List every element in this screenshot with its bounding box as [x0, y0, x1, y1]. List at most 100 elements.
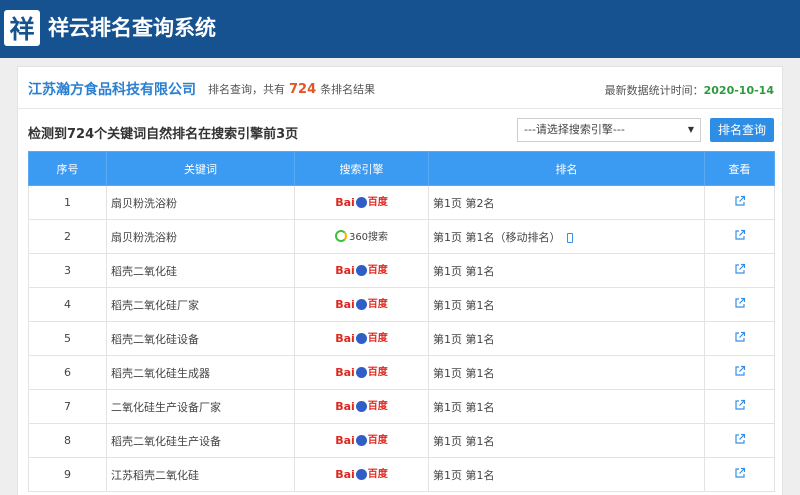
baidu-logo-text: Bai — [335, 400, 355, 413]
cell-engine: 360搜索 — [294, 219, 429, 254]
cell-keyword: 稻壳二氧化硅生产设备 — [106, 423, 295, 458]
baidu-paw-icon — [355, 299, 367, 310]
baidu-logo-cn: 百度 — [367, 434, 388, 446]
cell-no: 3 — [28, 253, 107, 288]
col-header-keyword: 关键词 — [106, 151, 295, 186]
table-row: 6 稻壳二氧化硅生成器 Bai 百度 第1页 第1名 — [28, 355, 775, 390]
external-link-icon[interactable] — [734, 433, 746, 445]
cell-view — [704, 423, 775, 458]
baidu-logo: Bai 百度 — [335, 299, 388, 310]
cell-no: 8 — [28, 423, 107, 458]
cell-view — [704, 287, 775, 322]
baidu-logo: Bai 百度 — [335, 197, 388, 208]
cell-keyword: 二氧化硅生产设备厂家 — [106, 389, 295, 424]
baidu-logo-text: Bai — [335, 434, 355, 447]
rank-text: 第1页 第2名 — [433, 196, 495, 210]
col-header-engine: 搜索引擎 — [294, 151, 429, 186]
company-name[interactable]: 江苏瀚方食品科技有限公司 — [28, 79, 196, 99]
cell-engine: Bai 百度 — [294, 185, 429, 220]
external-link-icon[interactable] — [734, 365, 746, 377]
baidu-logo: Bai 百度 — [335, 435, 388, 446]
cell-engine: Bai 百度 — [294, 389, 429, 424]
table-row: 2 扇贝粉洗浴粉 360搜索 第1页 第1名（移动排名） — [28, 219, 775, 254]
cell-keyword: 稻壳二氧化硅设备 — [106, 321, 295, 356]
summary-suffix: 条排名结果 — [320, 83, 376, 96]
rank-text: 第1页 第1名 — [433, 434, 495, 448]
cell-view — [704, 389, 775, 424]
360-logo-text: 360搜索 — [348, 232, 389, 244]
baidu-paw-icon — [355, 401, 367, 412]
external-link-icon[interactable] — [734, 297, 746, 309]
cell-no: 9 — [28, 457, 107, 492]
baidu-logo-cn: 百度 — [367, 468, 388, 480]
baidu-logo-text: Bai — [335, 264, 355, 277]
table-row: 7 二氧化硅生产设备厂家 Bai 百度 第1页 第1名 — [28, 389, 775, 424]
baidu-logo-text: Bai — [335, 366, 355, 379]
cell-no: 7 — [28, 389, 107, 424]
external-link-icon[interactable] — [734, 195, 746, 207]
table-row: 3 稻壳二氧化硅 Bai 百度 第1页 第1名 — [28, 253, 775, 288]
engine-select[interactable]: ---请选择搜索引擎--- ▼ — [517, 118, 701, 142]
app-logo: 祥 — [4, 10, 40, 46]
baidu-logo: Bai 百度 — [335, 367, 388, 378]
baidu-paw-icon — [355, 435, 367, 446]
rank-text: 第1页 第1名 — [433, 264, 495, 278]
table-row: 5 稻壳二氧化硅设备 Bai 百度 第1页 第1名 — [28, 321, 775, 356]
cell-keyword: 稻壳二氧化硅厂家 — [106, 287, 295, 322]
stat-time: 最新数据统计时间：2020-10-14 — [605, 82, 774, 98]
cell-no: 2 — [28, 219, 107, 254]
cell-no: 1 — [28, 185, 107, 220]
cell-engine: Bai 百度 — [294, 253, 429, 288]
cell-no: 6 — [28, 355, 107, 390]
rank-query-button[interactable]: 排名查询 — [710, 118, 774, 142]
baidu-logo-cn: 百度 — [367, 298, 388, 310]
cell-keyword: 江苏稻壳二氧化硅 — [106, 457, 295, 492]
baidu-logo-cn: 百度 — [367, 264, 388, 276]
baidu-logo-cn: 百度 — [367, 196, 388, 208]
baidu-logo: Bai 百度 — [335, 265, 388, 276]
cell-rank: 第1页 第1名（移动排名） — [428, 219, 705, 254]
cell-engine: Bai 百度 — [294, 355, 429, 390]
result-count: 724 — [289, 82, 317, 97]
cell-view — [704, 253, 775, 288]
external-link-icon[interactable] — [734, 399, 746, 411]
cell-engine: Bai 百度 — [294, 457, 429, 492]
engine-select-value: ---请选择搜索引擎--- — [524, 123, 625, 136]
result-heading: 检测到724个关键词自然排名在搜索引擎前3页 — [28, 127, 299, 142]
cell-engine: Bai 百度 — [294, 287, 429, 322]
chevron-down-icon: ▼ — [687, 125, 694, 134]
cell-keyword: 扇贝粉洗浴粉 — [106, 185, 295, 220]
cell-view — [704, 321, 775, 356]
cell-keyword: 稻壳二氧化硅 — [106, 253, 295, 288]
external-link-icon[interactable] — [734, 331, 746, 343]
cell-rank: 第1页 第1名 — [428, 423, 705, 458]
cell-no: 4 — [28, 287, 107, 322]
summary-prefix: 排名查询，共有 — [208, 83, 285, 96]
cell-keyword: 扇贝粉洗浴粉 — [106, 219, 295, 254]
col-header-view: 查看 — [704, 151, 775, 186]
cell-rank: 第1页 第1名 — [428, 253, 705, 288]
app-title: 祥云排名查询系统 — [48, 16, 216, 40]
baidu-logo-cn: 百度 — [367, 366, 388, 378]
cell-no: 5 — [28, 321, 107, 356]
external-link-icon[interactable] — [734, 263, 746, 275]
baidu-logo-cn: 百度 — [367, 332, 388, 344]
cell-rank: 第1页 第2名 — [428, 185, 705, 220]
rank-text: 第1页 第1名（移动排名） — [433, 230, 561, 244]
cell-engine: Bai 百度 — [294, 321, 429, 356]
table-row: 8 稻壳二氧化硅生产设备 Bai 百度 第1页 第1名 — [28, 423, 775, 458]
external-link-icon[interactable] — [734, 229, 746, 241]
external-link-icon[interactable] — [734, 467, 746, 479]
stat-label: 最新数据统计时间： — [604, 84, 704, 97]
cell-rank: 第1页 第1名 — [428, 287, 705, 322]
stat-date: 2020-10-14 — [703, 84, 774, 97]
col-header-rank: 排名 — [428, 151, 705, 186]
cell-view — [704, 185, 775, 220]
rank-text: 第1页 第1名 — [433, 366, 495, 380]
baidu-logo-cn: 百度 — [367, 400, 388, 412]
rank-text: 第1页 第1名 — [433, 332, 495, 346]
baidu-paw-icon — [355, 469, 367, 480]
baidu-paw-icon — [355, 265, 367, 276]
col-header-no: 序号 — [28, 151, 107, 186]
table-row: 1 扇贝粉洗浴粉 Bai 百度 第1页 第2名 — [28, 185, 775, 220]
